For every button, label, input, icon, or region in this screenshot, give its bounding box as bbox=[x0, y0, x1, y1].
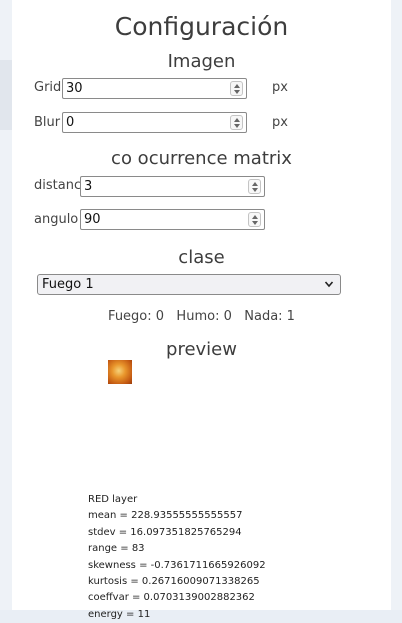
clase-selected-value: Fuego 1 bbox=[42, 277, 94, 292]
blur-input[interactable]: 0 bbox=[62, 112, 247, 133]
angle-spinner-icon[interactable] bbox=[248, 212, 261, 227]
preview-thumbnail bbox=[108, 360, 132, 384]
distance-label: distanc bbox=[34, 178, 82, 193]
chevron-down-icon bbox=[324, 281, 334, 288]
preview-heading: preview bbox=[166, 339, 237, 360]
grid-input[interactable]: 30 bbox=[62, 78, 247, 99]
stats-coeffvar: coeffvar = 0.0703139002882362 bbox=[88, 592, 255, 604]
grid-unit: px bbox=[272, 80, 288, 95]
grid-spinner-icon[interactable] bbox=[230, 81, 243, 96]
grid-value: 30 bbox=[66, 81, 83, 96]
blur-spinner-icon[interactable] bbox=[230, 115, 243, 130]
stats-mean: mean = 228.93555555555557 bbox=[88, 510, 243, 522]
stats-energy: energy = 11 bbox=[88, 608, 151, 620]
configuration-panel: Configuración Imagen Grid 30 px Blur 0 p… bbox=[12, 0, 391, 620]
left-collapsed-tab[interactable] bbox=[0, 60, 12, 130]
blur-value: 0 bbox=[66, 115, 75, 130]
stats-layer-title: RED layer bbox=[88, 494, 138, 505]
angle-value: 90 bbox=[84, 212, 101, 227]
clase-select[interactable]: Fuego 1 bbox=[37, 274, 341, 295]
right-background bbox=[391, 0, 402, 610]
distance-value: 3 bbox=[84, 179, 93, 194]
blur-label: Blur bbox=[34, 115, 61, 130]
stats-kurtosis: kurtosis = 0.26716009071338265 bbox=[88, 576, 260, 588]
angle-label: angulo bbox=[34, 212, 79, 227]
stats-block: RED layer mean = 228.93555555555557 stde… bbox=[88, 492, 266, 623]
clase-heading: clase bbox=[178, 247, 225, 268]
distance-input[interactable]: 3 bbox=[80, 176, 265, 197]
imagen-heading: Imagen bbox=[167, 51, 236, 72]
angle-input[interactable]: 90 bbox=[80, 209, 265, 230]
matrix-heading: co ocurrence matrix bbox=[111, 148, 292, 169]
stats-skewness: skewness = -0.7361711665926092 bbox=[88, 559, 266, 571]
grid-label: Grid bbox=[34, 80, 62, 95]
stats-stdev: stdev = 16.097351825765294 bbox=[88, 526, 242, 538]
distance-spinner-icon[interactable] bbox=[248, 179, 261, 194]
blur-unit: px bbox=[272, 115, 288, 130]
stats-range: range = 83 bbox=[88, 543, 145, 555]
class-counts: Fuego: 0 Humo: 0 Nada: 1 bbox=[108, 309, 295, 324]
page-title: Configuración bbox=[114, 12, 289, 41]
